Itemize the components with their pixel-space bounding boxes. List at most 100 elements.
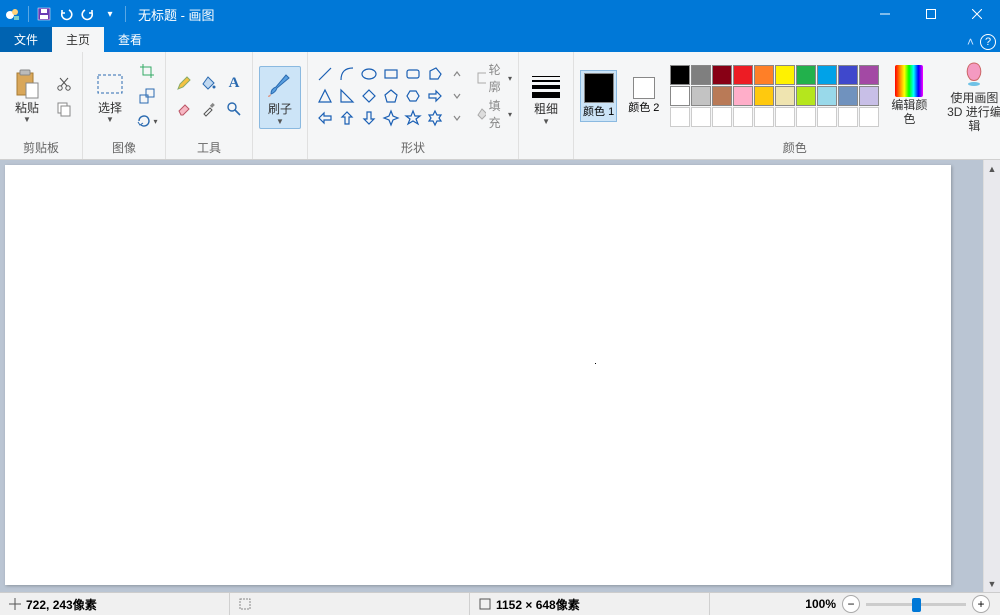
shape-arrow-right[interactable] <box>424 85 446 107</box>
palette-swatch[interactable] <box>754 86 774 106</box>
color2-button[interactable]: 颜色 2 <box>625 74 662 118</box>
magnifier-tool[interactable] <box>222 97 246 121</box>
palette-swatch[interactable] <box>712 65 732 85</box>
palette-swatch[interactable] <box>817 65 837 85</box>
tab-file[interactable]: 文件 <box>0 27 52 52</box>
pencil-tool[interactable] <box>172 71 196 95</box>
shape-diamond[interactable] <box>358 85 380 107</box>
paste-button[interactable]: 粘贴 ▼ <box>6 65 48 128</box>
group-label-shapes: 形状 <box>314 138 512 157</box>
palette-swatch[interactable] <box>775 86 795 106</box>
group-shapes: 轮廓▾ 填充▾ 形状 <box>308 52 519 159</box>
shape-star4[interactable] <box>380 107 402 129</box>
palette-swatch[interactable] <box>712 86 732 106</box>
zoom-in-button[interactable]: + <box>972 595 990 613</box>
palette-swatch[interactable] <box>670 107 690 127</box>
color1-button[interactable]: 颜色 1 <box>580 70 617 122</box>
shape-star5[interactable] <box>402 107 424 129</box>
shape-arrow-down[interactable] <box>358 107 380 129</box>
palette-swatch[interactable] <box>775 65 795 85</box>
palette-swatch[interactable] <box>796 86 816 106</box>
size-button[interactable]: 粗细 ▼ <box>525 66 567 129</box>
text-tool[interactable]: A <box>222 71 246 95</box>
palette-swatch[interactable] <box>754 107 774 127</box>
zoom-out-button[interactable]: − <box>842 595 860 613</box>
color-picker-tool[interactable] <box>197 97 221 121</box>
selection-size-icon <box>238 597 252 611</box>
shape-arrow-left[interactable] <box>314 107 336 129</box>
shape-curve[interactable] <box>336 63 358 85</box>
palette-swatch[interactable] <box>859 65 879 85</box>
brushes-button[interactable]: 刷子 ▼ <box>259 66 301 129</box>
shape-scroll-up[interactable] <box>446 63 468 85</box>
shape-more[interactable] <box>446 107 468 129</box>
palette-swatch[interactable] <box>754 65 774 85</box>
select-button[interactable]: 选择 ▼ <box>89 65 131 128</box>
crop-button[interactable] <box>135 59 159 83</box>
palette-swatch[interactable] <box>733 65 753 85</box>
group-label-clipboard: 剪贴板 <box>6 138 76 157</box>
tab-view[interactable]: 查看 <box>104 27 156 52</box>
palette-swatch[interactable] <box>691 107 711 127</box>
shape-line[interactable] <box>314 63 336 85</box>
shape-scroll-down[interactable] <box>446 85 468 107</box>
tab-home[interactable]: 主页 <box>52 27 104 52</box>
brushes-label: 刷子 <box>268 103 292 117</box>
shape-oval[interactable] <box>358 63 380 85</box>
group-label-tools: 工具 <box>172 138 246 157</box>
palette-swatch[interactable] <box>691 65 711 85</box>
palette-swatch[interactable] <box>796 107 816 127</box>
shape-gallery[interactable] <box>314 63 468 129</box>
shape-star6[interactable] <box>424 107 446 129</box>
minimize-button[interactable] <box>862 0 908 28</box>
palette-swatch[interactable] <box>796 65 816 85</box>
palette-swatch[interactable] <box>712 107 732 127</box>
maximize-button[interactable] <box>908 0 954 28</box>
palette-swatch[interactable] <box>670 65 690 85</box>
rotate-button[interactable]: ▾ <box>135 109 159 133</box>
collapse-ribbon-icon[interactable]: ˄ <box>967 35 974 49</box>
palette-swatch[interactable] <box>838 86 858 106</box>
edit-colors-button[interactable]: 编辑颜色 <box>887 62 931 130</box>
zoom-slider[interactable] <box>866 603 966 606</box>
edit-3d-button[interactable]: 使用画图 3D 进行编辑 <box>939 55 1000 136</box>
shape-rect[interactable] <box>380 63 402 85</box>
canvas[interactable] <box>5 165 951 585</box>
scroll-down-icon[interactable]: ▼ <box>984 575 1000 592</box>
shape-roundrect[interactable] <box>402 63 424 85</box>
palette-swatch[interactable] <box>733 107 753 127</box>
group-tools: A 工具 <box>166 52 253 159</box>
shape-pentagon[interactable] <box>380 85 402 107</box>
palette-swatch[interactable] <box>691 86 711 106</box>
palette-swatch[interactable] <box>817 86 837 106</box>
scroll-up-icon[interactable]: ▲ <box>984 160 1000 177</box>
close-button[interactable] <box>954 0 1000 28</box>
copy-button[interactable] <box>52 97 76 121</box>
shape-right-triangle[interactable] <box>336 85 358 107</box>
palette-swatch[interactable] <box>817 107 837 127</box>
palette-swatch[interactable] <box>733 86 753 106</box>
vertical-scrollbar[interactable]: ▲ ▼ <box>983 160 1000 592</box>
palette-swatch[interactable] <box>859 86 879 106</box>
shape-arrow-up[interactable] <box>336 107 358 129</box>
shape-polygon[interactable] <box>424 63 446 85</box>
qat-redo-icon[interactable] <box>79 5 97 23</box>
shape-hexagon[interactable] <box>402 85 424 107</box>
palette-swatch[interactable] <box>775 107 795 127</box>
qat-undo-icon[interactable] <box>57 5 75 23</box>
palette-swatch[interactable] <box>859 107 879 127</box>
palette-swatch[interactable] <box>670 86 690 106</box>
palette-swatch[interactable] <box>838 65 858 85</box>
shape-triangle[interactable] <box>314 85 336 107</box>
resize-button[interactable] <box>135 84 159 108</box>
shape-fill-button[interactable]: 填充▾ <box>476 97 512 131</box>
qat-save-icon[interactable] <box>35 5 53 23</box>
zoom-slider-thumb[interactable] <box>912 598 921 612</box>
help-icon[interactable]: ? <box>980 34 996 50</box>
palette-swatch[interactable] <box>838 107 858 127</box>
fill-tool[interactable] <box>197 71 221 95</box>
shape-outline-button[interactable]: 轮廓▾ <box>476 61 512 95</box>
eraser-tool[interactable] <box>172 97 196 121</box>
cut-button[interactable] <box>52 72 76 96</box>
qat-customize-icon[interactable]: ▾ <box>101 5 119 23</box>
